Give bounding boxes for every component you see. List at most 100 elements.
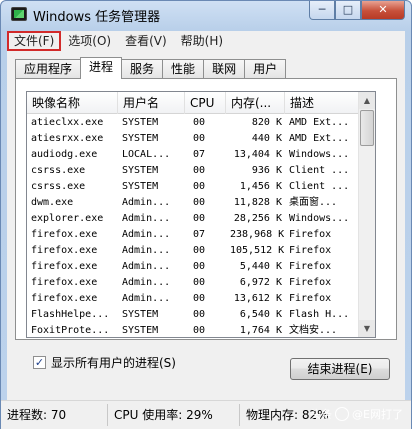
process-image-name: firefox.exe <box>31 293 98 304</box>
minimize-button[interactable]: ─ <box>309 1 335 20</box>
process-memory: 13,612 K <box>233 293 282 304</box>
process-image-name: atiesrxx.exe <box>31 133 104 144</box>
vertical-scrollbar[interactable]: ▲ ▼ <box>358 92 375 337</box>
process-memory: 105,512 K <box>230 245 285 256</box>
process-image-name: dwm.exe <box>31 197 74 208</box>
menu-bar: 文件(F) 选项(O) 查看(V) 帮助(H) <box>7 31 405 51</box>
process-row[interactable]: csrss.exe SYSTEM 00 936 K Client ... <box>27 163 375 179</box>
process-memory: 440 K <box>251 133 282 144</box>
tab-users[interactable]: 用户 <box>244 59 287 79</box>
process-row[interactable]: dwm.exe Admin... 00 11,828 K 桌面窗... <box>27 195 375 211</box>
process-image-name: firefox.exe <box>31 245 98 256</box>
process-image-name: explorer.exe <box>31 213 104 224</box>
process-image-name: FlashHelpe... <box>31 309 110 320</box>
process-cpu: 00 <box>193 213 206 224</box>
process-user-name: SYSTEM <box>122 133 159 144</box>
process-user-name: Admin... <box>122 277 171 288</box>
process-cpu: 00 <box>193 117 206 128</box>
scroll-up-arrow-icon[interactable]: ▲ <box>359 92 375 109</box>
process-cpu: 07 <box>193 229 206 240</box>
column-image-name[interactable]: 映像名称 <box>27 92 118 114</box>
close-button[interactable]: ✕ <box>361 1 405 20</box>
process-cpu: 00 <box>193 293 206 304</box>
watermark: 头条 @E网打了 <box>310 406 403 422</box>
process-image-name: audiodg.exe <box>31 149 98 160</box>
menu-file[interactable]: 文件(F) <box>7 31 62 51</box>
process-row[interactable]: explorer.exe Admin... 00 28,256 K Windows... <box>27 211 375 227</box>
scroll-down-arrow-icon[interactable]: ▼ <box>359 320 375 337</box>
tab-networking[interactable]: 联网 <box>203 59 246 79</box>
process-row[interactable]: atiesrxx.exe SYSTEM 00 440 K AMD Ext... <box>27 131 375 147</box>
process-user-name: LOCAL... <box>122 149 171 160</box>
menu-view[interactable]: 查看(V) <box>118 31 174 51</box>
menu-help[interactable]: 帮助(H) <box>174 31 230 51</box>
tab-performance[interactable]: 性能 <box>162 59 205 79</box>
window-title: Windows 任务管理器 <box>33 10 161 25</box>
process-user-name: Admin... <box>122 229 171 240</box>
process-cpu: 00 <box>193 165 206 176</box>
process-row[interactable]: FlashHelpe... SYSTEM 00 6,540 K Flash H... <box>27 307 375 323</box>
show-all-users-option[interactable]: ✓ 显示所有用户的进程(S) <box>33 354 176 371</box>
tab-strip: 应用程序 进程 服务 性能 联网 用户 <box>15 57 287 79</box>
show-all-users-checkbox[interactable]: ✓ <box>33 356 46 369</box>
process-cpu: 00 <box>193 245 206 256</box>
process-user-name: Admin... <box>122 213 171 224</box>
process-cpu: 00 <box>193 325 206 336</box>
process-row[interactable]: firefox.exe Admin... 07 238,968 K Firefox <box>27 227 375 243</box>
column-cpu[interactable]: CPU <box>185 92 226 114</box>
column-memory[interactable]: 内存(... <box>226 92 285 114</box>
process-user-name: SYSTEM <box>122 165 159 176</box>
process-row[interactable]: firefox.exe Admin... 00 6,972 K Firefox <box>27 275 375 291</box>
processes-tab-page: 映像名称 用户名 CPU 内存(... 描述 atieclxx.exe SYSTE… <box>15 78 397 340</box>
main-panel: 应用程序 进程 服务 性能 联网 用户 映像名称 用户名 CPU 内存(... … <box>7 51 405 400</box>
process-user-name: Admin... <box>122 245 171 256</box>
process-row[interactable]: firefox.exe Admin... 00 105,512 K Firefox <box>27 243 375 259</box>
process-rows: atieclxx.exe SYSTEM 00 820 K AMD Ext... aties… <box>27 115 375 337</box>
process-cpu: 00 <box>193 277 206 288</box>
watermark-prefix: 头条 <box>310 408 333 421</box>
process-memory: 6,972 K <box>239 277 282 288</box>
process-user-name: Admin... <box>122 197 171 208</box>
process-memory: 5,440 K <box>239 261 282 272</box>
status-process-count: 进程数: 70 <box>1 404 108 426</box>
process-cpu: 00 <box>193 261 206 272</box>
process-memory: 1,764 K <box>239 325 282 336</box>
menu-options[interactable]: 选项(O) <box>61 31 118 51</box>
process-memory: 1,456 K <box>239 181 282 192</box>
task-manager-icon <box>11 7 27 21</box>
process-user-name: SYSTEM <box>122 117 159 128</box>
process-image-name: firefox.exe <box>31 277 98 288</box>
process-row[interactable]: firefox.exe Admin... 00 13,612 K Firefox <box>27 291 375 307</box>
title-bar[interactable]: Windows 任务管理器 ─ □ ✕ <box>1 1 411 29</box>
process-memory: 6,540 K <box>239 309 282 320</box>
task-manager-window: Windows 任务管理器 ─ □ ✕ 文件(F) 选项(O) 查看(V) 帮助… <box>0 0 412 429</box>
status-cpu-usage: CPU 使用率: 29% <box>108 404 240 426</box>
process-user-name: SYSTEM <box>122 181 159 192</box>
process-memory: 11,828 K <box>233 197 282 208</box>
maximize-button[interactable]: □ <box>335 1 361 20</box>
process-row[interactable]: audiodg.exe LOCAL... 07 13,404 K Windows... <box>27 147 375 163</box>
process-image-name: csrss.exe <box>31 165 86 176</box>
column-user-name[interactable]: 用户名 <box>118 92 185 114</box>
process-memory: 28,256 K <box>233 213 282 224</box>
process-memory: 238,968 K <box>230 229 285 240</box>
process-row[interactable]: csrss.exe SYSTEM 00 1,456 K Client ... <box>27 179 375 195</box>
process-row[interactable]: atieclxx.exe SYSTEM 00 820 K AMD Ext... <box>27 115 375 131</box>
process-user-name: SYSTEM <box>122 309 159 320</box>
process-row[interactable]: firefox.exe Admin... 00 5,440 K Firefox <box>27 259 375 275</box>
watermark-handle: @E网打了 <box>352 408 403 421</box>
scrollbar-thumb[interactable] <box>360 110 374 146</box>
process-cpu: 00 <box>193 197 206 208</box>
tab-processes[interactable]: 进程 <box>80 57 123 79</box>
watermark-logo-icon <box>335 407 350 421</box>
process-cpu: 07 <box>193 149 206 160</box>
process-memory: 820 K <box>251 117 282 128</box>
tab-services[interactable]: 服务 <box>121 59 164 79</box>
tab-applications[interactable]: 应用程序 <box>15 59 82 79</box>
process-user-name: Admin... <box>122 293 171 304</box>
process-row[interactable]: FoxitProte... SYSTEM 00 1,764 K 文档安... <box>27 323 375 337</box>
process-list[interactable]: 映像名称 用户名 CPU 内存(... 描述 atieclxx.exe SYSTE… <box>26 91 376 338</box>
end-process-button[interactable]: 结束进程(E) <box>290 358 390 380</box>
process-cpu: 00 <box>193 181 206 192</box>
process-image-name: FoxitProte... <box>31 325 110 336</box>
